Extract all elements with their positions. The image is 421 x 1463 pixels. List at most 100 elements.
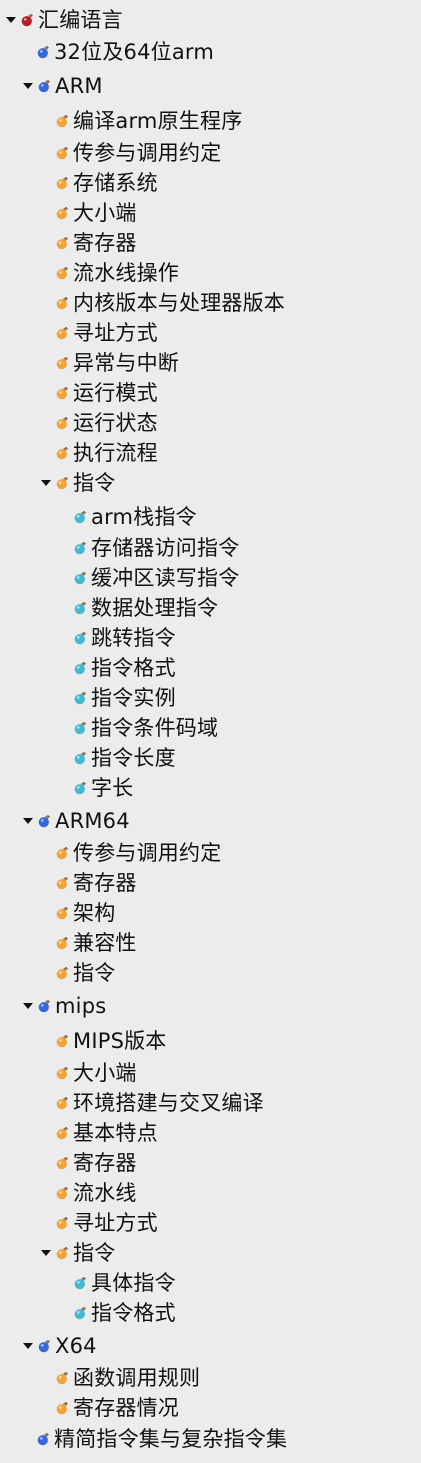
orange-bomb-icon xyxy=(56,1401,69,1415)
tree-node[interactable]: 编译arm原生程序 xyxy=(56,106,242,136)
tree-node-expanded[interactable]: 指令 xyxy=(40,468,115,498)
tree-node-label: 指令实例 xyxy=(91,686,176,710)
tree-node[interactable]: 缓冲区读写指令 xyxy=(74,563,239,593)
tree-node-label: 兼容性 xyxy=(73,931,137,955)
tree-node-label: 运行模式 xyxy=(73,381,158,405)
tree-node[interactable]: 精简指令集与复杂指令集 xyxy=(37,1424,287,1454)
expanded-triangle-icon[interactable] xyxy=(22,81,34,91)
tree-node-expanded[interactable]: ARM64 xyxy=(22,806,130,836)
tree-node-label: 内核版本与处理器版本 xyxy=(73,291,285,315)
tree-node[interactable]: 流水线操作 xyxy=(56,258,179,288)
tree-node-label: 大小端 xyxy=(73,201,137,225)
tree-node[interactable]: 函数调用规则 xyxy=(56,1363,200,1393)
tree-node-expanded[interactable]: 指令 xyxy=(40,1238,115,1268)
orange-bomb-icon xyxy=(56,1246,69,1260)
orange-bomb-icon xyxy=(56,1096,69,1110)
tree-node-label: 指令长度 xyxy=(91,746,176,770)
tree-node-label: 流水线操作 xyxy=(73,261,179,285)
tree-node[interactable]: 指令长度 xyxy=(74,743,176,773)
tree-node-expanded[interactable]: X64 xyxy=(22,1331,97,1361)
tree-node[interactable]: 流水线 xyxy=(56,1178,137,1208)
tree-node-label: ARM64 xyxy=(55,809,130,833)
tree-node-label: X64 xyxy=(55,1334,97,1358)
tree-node-label: 运行状态 xyxy=(73,411,158,435)
orange-bomb-icon xyxy=(56,146,69,160)
cyan-bomb-icon xyxy=(74,691,87,705)
tree-node-expanded[interactable]: mips xyxy=(22,991,106,1021)
orange-bomb-icon xyxy=(56,356,69,370)
tree-node[interactable]: 内核版本与处理器版本 xyxy=(56,288,285,318)
tree-node[interactable]: 具体指令 xyxy=(74,1268,176,1298)
tree-node-label: 指令 xyxy=(73,471,116,495)
tree-node[interactable]: 大小端 xyxy=(56,198,137,228)
tree-node[interactable]: 数据处理指令 xyxy=(74,593,218,623)
orange-bomb-icon xyxy=(56,176,69,190)
red-bomb-icon xyxy=(21,13,34,27)
tree-node-root[interactable]: 汇编语言 xyxy=(5,5,123,35)
tree-node[interactable]: 传参与调用约定 xyxy=(56,838,221,868)
tree-node-label: arm栈指令 xyxy=(91,505,197,529)
expanded-triangle-icon[interactable] xyxy=(5,15,17,25)
expanded-triangle-icon[interactable] xyxy=(40,478,52,488)
tree-node[interactable]: 运行模式 xyxy=(56,378,158,408)
blue-bomb-icon xyxy=(37,1432,50,1446)
outline-tree: 汇编语言 32位及64位arm ARM 编译arm原生程序 传参与调用约定 存储… xyxy=(0,0,421,1463)
tree-node[interactable]: arm栈指令 xyxy=(74,502,197,532)
orange-bomb-icon xyxy=(56,966,69,980)
tree-node[interactable]: 寄存器 xyxy=(56,1148,137,1178)
tree-node[interactable]: 架构 xyxy=(56,898,115,928)
tree-node-label: 环境搭建与交叉编译 xyxy=(73,1091,264,1115)
cyan-bomb-icon xyxy=(74,601,87,615)
tree-node[interactable]: 跳转指令 xyxy=(74,623,176,653)
tree-node[interactable]: 异常与中断 xyxy=(56,348,179,378)
tree-node[interactable]: 指令 xyxy=(56,958,115,988)
tree-node-label: 编译arm原生程序 xyxy=(73,109,243,133)
tree-node-label: 寄存器 xyxy=(73,1151,137,1175)
tree-node[interactable]: 环境搭建与交叉编译 xyxy=(56,1088,264,1118)
tree-node-label: 大小端 xyxy=(73,1061,137,1085)
expanded-triangle-icon[interactable] xyxy=(40,1248,52,1258)
orange-bomb-icon xyxy=(56,906,69,920)
orange-bomb-icon xyxy=(56,1066,69,1080)
tree-node[interactable]: 执行流程 xyxy=(56,438,158,468)
tree-node-expanded[interactable]: ARM xyxy=(22,71,103,101)
tree-node[interactable]: 存储系统 xyxy=(56,168,158,198)
tree-node[interactable]: 大小端 xyxy=(56,1058,137,1088)
tree-node-label: 具体指令 xyxy=(91,1271,176,1295)
tree-node[interactable]: 寻址方式 xyxy=(56,1208,158,1238)
tree-node-label: 指令 xyxy=(73,961,116,985)
cyan-bomb-icon xyxy=(74,510,87,524)
tree-node[interactable]: 寄存器情况 xyxy=(56,1393,179,1423)
tree-node[interactable]: MIPS版本 xyxy=(56,1026,167,1056)
tree-node[interactable]: 32位及64位arm xyxy=(37,37,214,67)
orange-bomb-icon xyxy=(56,416,69,430)
tree-node[interactable]: 运行状态 xyxy=(56,408,158,438)
tree-node[interactable]: 寄存器 xyxy=(56,868,137,898)
tree-node[interactable]: 基本特点 xyxy=(56,1118,158,1148)
tree-node-label: 流水线 xyxy=(73,1181,137,1205)
tree-node[interactable]: 字长 xyxy=(74,773,133,803)
tree-node[interactable]: 指令实例 xyxy=(74,683,176,713)
tree-node[interactable]: 兼容性 xyxy=(56,928,137,958)
tree-node[interactable]: 指令格式 xyxy=(74,653,176,683)
tree-node-label: 数据处理指令 xyxy=(91,596,219,620)
orange-bomb-icon xyxy=(56,1034,69,1048)
tree-node[interactable]: 指令条件码域 xyxy=(74,713,218,743)
tree-node-label: 存储系统 xyxy=(73,171,158,195)
tree-node[interactable]: 传参与调用约定 xyxy=(56,138,221,168)
blue-bomb-icon xyxy=(38,79,51,93)
expanded-triangle-icon[interactable] xyxy=(22,1341,34,1351)
tree-node[interactable]: 指令格式 xyxy=(74,1298,176,1328)
tree-node-label: 字长 xyxy=(91,776,134,800)
tree-node-label: 指令条件码域 xyxy=(91,716,219,740)
tree-node[interactable]: 寻址方式 xyxy=(56,318,158,348)
orange-bomb-icon xyxy=(56,206,69,220)
tree-node-label: 缓冲区读写指令 xyxy=(91,566,240,590)
expanded-triangle-icon[interactable] xyxy=(22,816,34,826)
tree-node[interactable]: 存储器访问指令 xyxy=(74,533,239,563)
orange-bomb-icon xyxy=(56,1216,69,1230)
expanded-triangle-icon[interactable] xyxy=(22,1001,34,1011)
tree-node-label: 寄存器情况 xyxy=(73,1396,179,1420)
tree-node[interactable]: 寄存器 xyxy=(56,228,137,258)
cyan-bomb-icon xyxy=(74,721,87,735)
